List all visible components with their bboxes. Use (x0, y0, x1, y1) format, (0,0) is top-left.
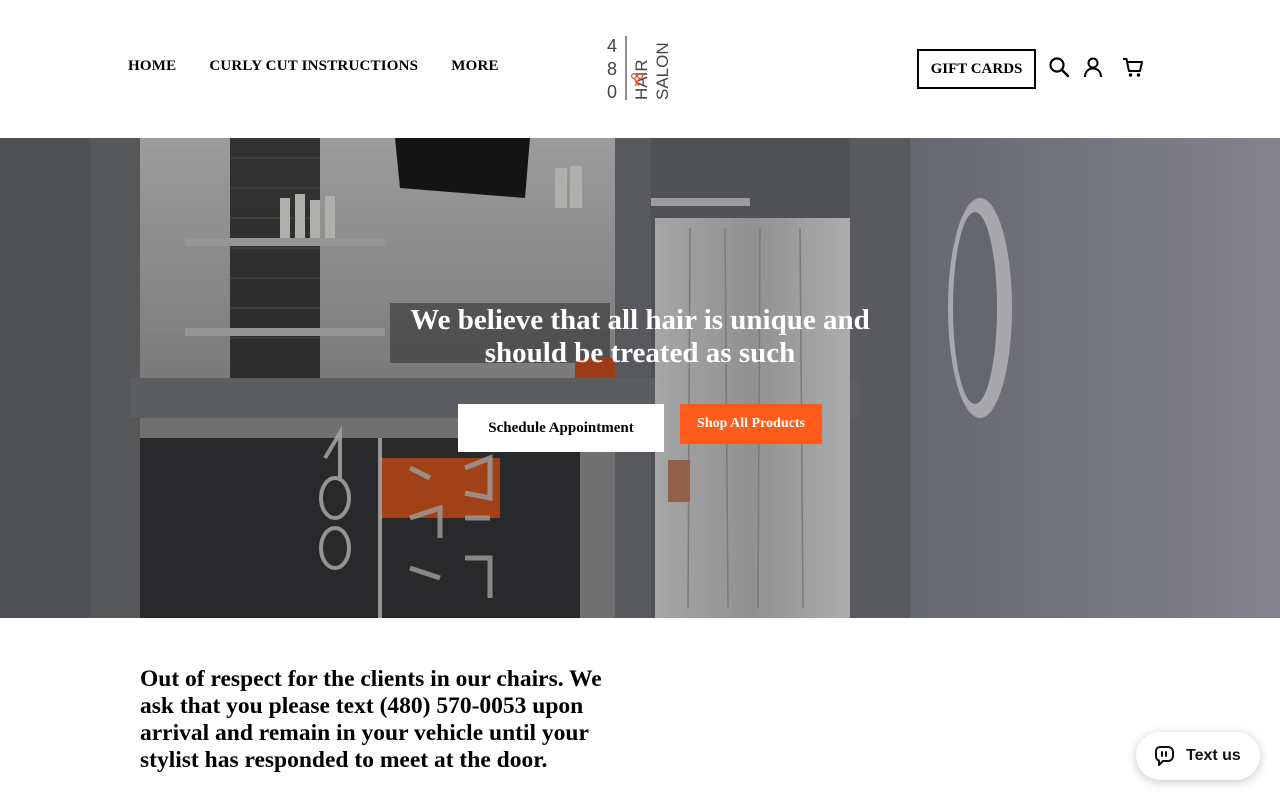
logo-digit-0: 0 (607, 82, 617, 102)
logo-digit-4: 4 (607, 36, 617, 56)
nav-home[interactable]: HOME (128, 58, 176, 75)
text-us-label: Text us (1186, 747, 1241, 764)
logo-digit-8: 8 (607, 59, 617, 79)
hero-overlay (0, 138, 1280, 618)
nav-more[interactable]: MORE (451, 58, 498, 75)
cart-icon[interactable] (1122, 56, 1144, 78)
account-icon[interactable] (1082, 56, 1104, 78)
chat-bubble-icon (1155, 746, 1174, 766)
logo-word-salon: SALON (653, 42, 672, 100)
arrival-notice: Out of respect for the clients in our ch… (140, 666, 602, 773)
salon-logo[interactable]: 4 8 0 HAIR SALON (604, 34, 674, 102)
nav-curly-cut-instructions[interactable]: CURLY CUT INSTRUCTIONS (209, 58, 418, 75)
hero-banner: We believe that all hair is unique and s… (0, 138, 1280, 618)
hero-title: We believe that all hair is unique and s… (410, 304, 870, 369)
gift-cards-button[interactable]: GIFT CARDS (917, 49, 1036, 89)
schedule-appointment-button[interactable]: Schedule Appointment (458, 404, 664, 452)
search-icon[interactable] (1048, 56, 1070, 78)
site-header: HOME CURLY CUT INSTRUCTIONS MORE 4 8 0 H… (0, 0, 1280, 138)
text-us-widget[interactable]: Text us (1136, 732, 1260, 780)
main-nav: HOME CURLY CUT INSTRUCTIONS MORE (128, 58, 499, 75)
shop-all-products-button[interactable]: Shop All Products (680, 404, 822, 444)
